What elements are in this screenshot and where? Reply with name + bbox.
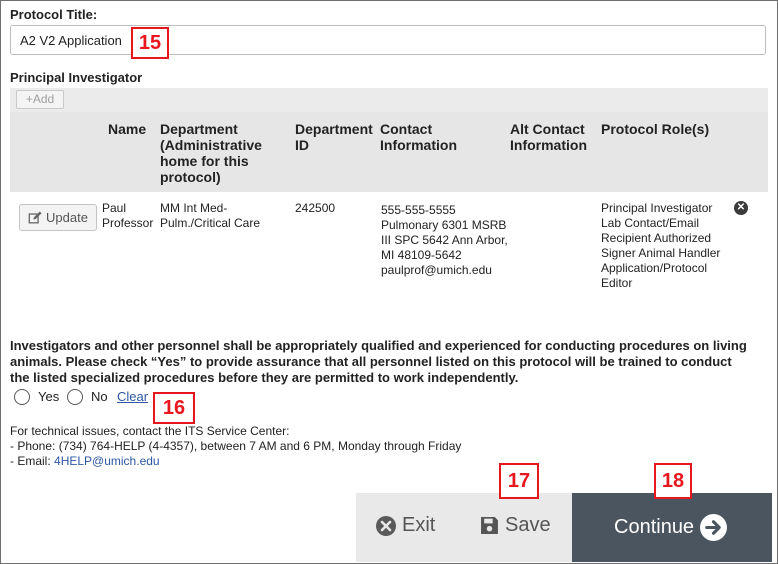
callout-16: 16 (153, 392, 195, 424)
contact-phone: 555-555-5555 (381, 203, 456, 217)
col-alt-contact: Alt Contact Information (510, 121, 587, 153)
help-email-link[interactable]: 4HELP@umich.edu (54, 454, 160, 468)
protocol-title-label: Protocol Title: (10, 7, 98, 22)
callout-17: 17 (499, 463, 539, 499)
continue-label: Continue (614, 516, 695, 538)
contact-address: Pulmonary 6301 MSRB III SPC 5642 Ann Arb… (381, 218, 508, 262)
times-circle-icon (376, 515, 396, 536)
investigator-table-header: Name Department (Administrative home for… (10, 112, 768, 192)
protocol-title-input[interactable] (10, 25, 766, 55)
exit-button[interactable]: Exit (376, 514, 435, 537)
continue-button[interactable]: Continue (572, 493, 772, 562)
help-line-2: - Phone: (734) 764-HELP (4-4357), betwee… (10, 439, 462, 453)
help-line-1: For technical issues, contact the ITS Se… (10, 424, 290, 438)
floppy-disk-icon (481, 517, 498, 534)
no-label: No (91, 389, 108, 404)
col-role: Protocol Role(s) (601, 121, 710, 137)
col-department: Department (Administrative home for this… (160, 121, 262, 185)
update-investigator-button[interactable]: Update (19, 204, 97, 231)
col-name: Name (108, 121, 147, 137)
principal-investigator-heading: Principal Investigator (10, 70, 143, 85)
help-line-3: - Email: 4HELP@umich.edu (10, 454, 160, 469)
update-button-label: Update (46, 210, 88, 225)
email-prefix: - Email: (10, 454, 55, 468)
row-department-id: 242500 (295, 201, 336, 215)
yes-label: Yes (38, 389, 60, 404)
add-toolbar: +Add (10, 88, 768, 112)
times-circle-icon[interactable]: ✕ (734, 201, 748, 215)
assurance-statement: Investigators and other personnel shall … (10, 338, 747, 385)
edit-icon (28, 210, 42, 223)
save-button[interactable]: Save (480, 514, 551, 537)
exit-label: Exit (402, 514, 436, 536)
save-label: Save (505, 514, 551, 536)
col-department-id: Department ID (295, 121, 373, 153)
row-name: Paul Professor (102, 201, 154, 230)
row-department: MM Int Med-Pulm./Critical Care (160, 201, 261, 230)
col-contact: Contact Information (380, 121, 457, 153)
footer-secondary-actions: Exit Save (356, 493, 572, 562)
arrow-circle-right-icon (700, 514, 728, 541)
callout-18: 18 (654, 463, 692, 499)
clear-link[interactable]: Clear (117, 389, 148, 404)
callout-15: 15 (131, 27, 169, 59)
continue-button-content: Continue (614, 514, 728, 541)
row-contact: 555-555-5555 Pulmonary 6301 MSRB III SPC… (381, 203, 509, 278)
yes-radio[interactable] (14, 389, 30, 405)
row-roles: Principal Investigator Lab Contact/Email… (601, 201, 721, 290)
no-radio[interactable] (67, 389, 83, 405)
contact-email: paulprof@umich.edu (381, 263, 492, 277)
add-investigator-button[interactable]: +Add (16, 90, 64, 109)
